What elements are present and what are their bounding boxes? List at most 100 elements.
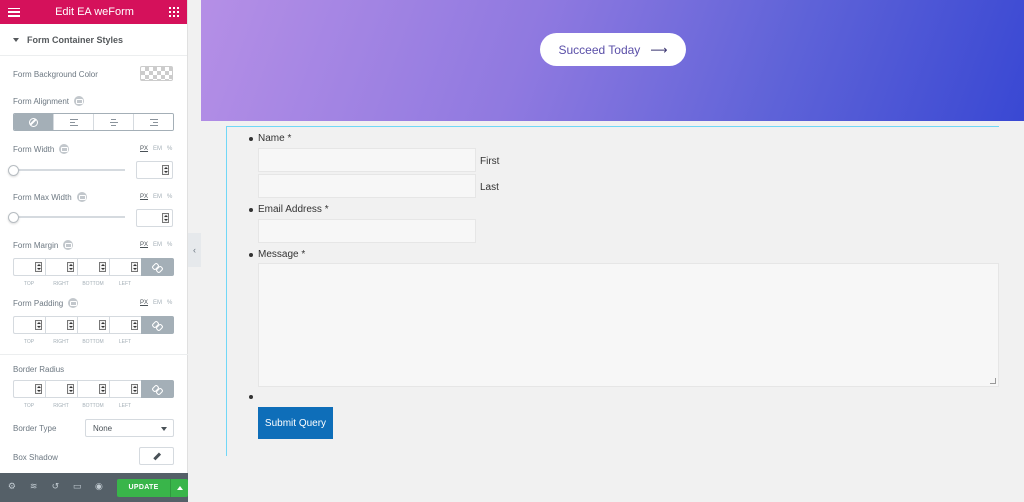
padding-link-button[interactable] bbox=[141, 316, 174, 334]
responsive-mode-icon[interactable]: ▭ bbox=[72, 483, 82, 493]
list-bullet bbox=[249, 208, 253, 212]
width-input[interactable] bbox=[136, 161, 173, 179]
radius-dimension-labels: TOP RIGHT BOTTOM LEFT bbox=[23, 403, 132, 409]
spinner-icon[interactable] bbox=[162, 165, 169, 175]
spinner-icon[interactable] bbox=[131, 384, 138, 394]
spinner-icon[interactable] bbox=[99, 384, 106, 394]
email-input[interactable] bbox=[258, 219, 476, 243]
width-slider-handle[interactable] bbox=[8, 165, 19, 176]
chevron-down-icon bbox=[161, 427, 167, 431]
section-form-container-styles[interactable]: Form Container Styles bbox=[0, 24, 187, 56]
unit-em[interactable]: EM bbox=[153, 146, 162, 152]
spinner-icon[interactable] bbox=[162, 213, 169, 223]
unit-percent[interactable]: % bbox=[167, 242, 172, 248]
padding-right-input[interactable] bbox=[45, 316, 77, 334]
align-right-button[interactable] bbox=[134, 114, 173, 130]
responsive-monitor-icon[interactable] bbox=[74, 96, 85, 106]
unit-percent[interactable]: % bbox=[167, 146, 172, 152]
padding-left-input[interactable] bbox=[109, 316, 141, 334]
bg-color-label: Form Background Color bbox=[13, 70, 98, 79]
widgets-grid-icon[interactable] bbox=[168, 7, 179, 17]
spinner-icon[interactable] bbox=[35, 262, 42, 272]
settings-gear-icon[interactable]: ⚙ bbox=[7, 483, 17, 493]
max-width-input[interactable] bbox=[136, 209, 173, 227]
list-bullet bbox=[249, 395, 253, 399]
margin-link-button[interactable] bbox=[141, 258, 174, 276]
spinner-icon[interactable] bbox=[131, 320, 138, 330]
padding-label: Form Padding bbox=[13, 298, 79, 308]
message-label: Message * bbox=[258, 249, 306, 260]
width-label: Form Width bbox=[13, 144, 70, 154]
responsive-monitor-icon[interactable] bbox=[68, 298, 79, 308]
spinner-icon[interactable] bbox=[99, 262, 106, 272]
unit-px[interactable]: PX bbox=[140, 300, 148, 306]
list-bullet bbox=[249, 253, 253, 257]
pencil-icon bbox=[152, 452, 161, 460]
spinner-icon[interactable] bbox=[67, 384, 74, 394]
radius-bottom-input[interactable] bbox=[77, 380, 109, 398]
collapse-panel-button[interactable]: ‹ bbox=[188, 233, 201, 267]
align-right-icon bbox=[149, 118, 158, 126]
radius-left-input[interactable] bbox=[109, 380, 141, 398]
unit-em[interactable]: EM bbox=[153, 242, 162, 248]
divider bbox=[0, 354, 188, 355]
update-options-button[interactable] bbox=[170, 478, 188, 497]
unit-px[interactable]: PX bbox=[140, 194, 148, 200]
responsive-monitor-icon[interactable] bbox=[76, 192, 87, 202]
editor-title: Edit EA weForm bbox=[55, 6, 134, 18]
spinner-icon[interactable] bbox=[67, 262, 74, 272]
hamburger-menu-icon[interactable] bbox=[8, 7, 20, 17]
spinner-icon[interactable] bbox=[99, 320, 106, 330]
padding-top-input[interactable] bbox=[13, 316, 45, 334]
alignment-choices bbox=[13, 113, 174, 131]
spinner-icon[interactable] bbox=[35, 384, 42, 394]
succeed-today-button[interactable]: Succeed Today ⟶ bbox=[540, 33, 686, 66]
navigator-layers-icon[interactable]: ≋ bbox=[29, 483, 39, 493]
editor-footer: ⚙ ≋ ↺ ▭ ◉ UPDATE bbox=[0, 473, 188, 502]
unit-em[interactable]: EM bbox=[153, 300, 162, 306]
unit-px[interactable]: PX bbox=[140, 146, 148, 152]
unit-em[interactable]: EM bbox=[153, 194, 162, 200]
align-center-button[interactable] bbox=[94, 114, 134, 130]
radius-link-button[interactable] bbox=[141, 380, 174, 398]
radius-right-input[interactable] bbox=[45, 380, 77, 398]
unit-percent[interactable]: % bbox=[167, 194, 172, 200]
border-type-select[interactable]: None bbox=[85, 419, 174, 437]
width-slider-track[interactable] bbox=[13, 169, 125, 171]
spinner-icon[interactable] bbox=[67, 320, 74, 330]
responsive-monitor-icon[interactable] bbox=[59, 144, 70, 154]
update-button[interactable]: UPDATE bbox=[116, 478, 171, 497]
list-bullet bbox=[249, 137, 253, 141]
unit-percent[interactable]: % bbox=[167, 300, 172, 306]
responsive-monitor-icon[interactable] bbox=[63, 240, 74, 250]
margin-left-input[interactable] bbox=[109, 258, 141, 276]
message-textarea[interactable] bbox=[258, 263, 999, 387]
chevron-left-icon: ‹ bbox=[193, 245, 196, 255]
section-title: Form Container Styles bbox=[27, 34, 124, 45]
resize-handle-icon[interactable] bbox=[990, 378, 996, 384]
radius-top-input[interactable] bbox=[13, 380, 45, 398]
preview-eye-icon[interactable]: ◉ bbox=[94, 483, 104, 493]
bg-color-picker[interactable] bbox=[140, 66, 173, 81]
align-none-button[interactable] bbox=[14, 114, 54, 130]
padding-bottom-input[interactable] bbox=[77, 316, 109, 334]
max-width-slider-handle[interactable] bbox=[8, 212, 19, 223]
align-center-icon bbox=[109, 118, 118, 126]
first-name-input[interactable] bbox=[258, 148, 476, 172]
margin-bottom-input[interactable] bbox=[77, 258, 109, 276]
spinner-icon[interactable] bbox=[131, 262, 138, 272]
submit-query-button[interactable]: Submit Query bbox=[258, 407, 333, 439]
arrow-right-icon: ⟶ bbox=[650, 42, 668, 57]
editor-header: Edit EA weForm bbox=[0, 0, 187, 24]
last-name-input[interactable] bbox=[258, 174, 476, 198]
margin-right-input[interactable] bbox=[45, 258, 77, 276]
align-left-button[interactable] bbox=[54, 114, 94, 130]
border-radius-dimensions bbox=[13, 380, 174, 398]
box-shadow-edit-button[interactable] bbox=[139, 447, 174, 465]
spinner-icon[interactable] bbox=[35, 320, 42, 330]
history-icon[interactable]: ↺ bbox=[51, 483, 61, 493]
max-width-slider-track[interactable] bbox=[13, 216, 125, 218]
margin-top-input[interactable] bbox=[13, 258, 45, 276]
unit-px[interactable]: PX bbox=[140, 242, 148, 248]
last-sublabel: Last bbox=[480, 182, 499, 193]
